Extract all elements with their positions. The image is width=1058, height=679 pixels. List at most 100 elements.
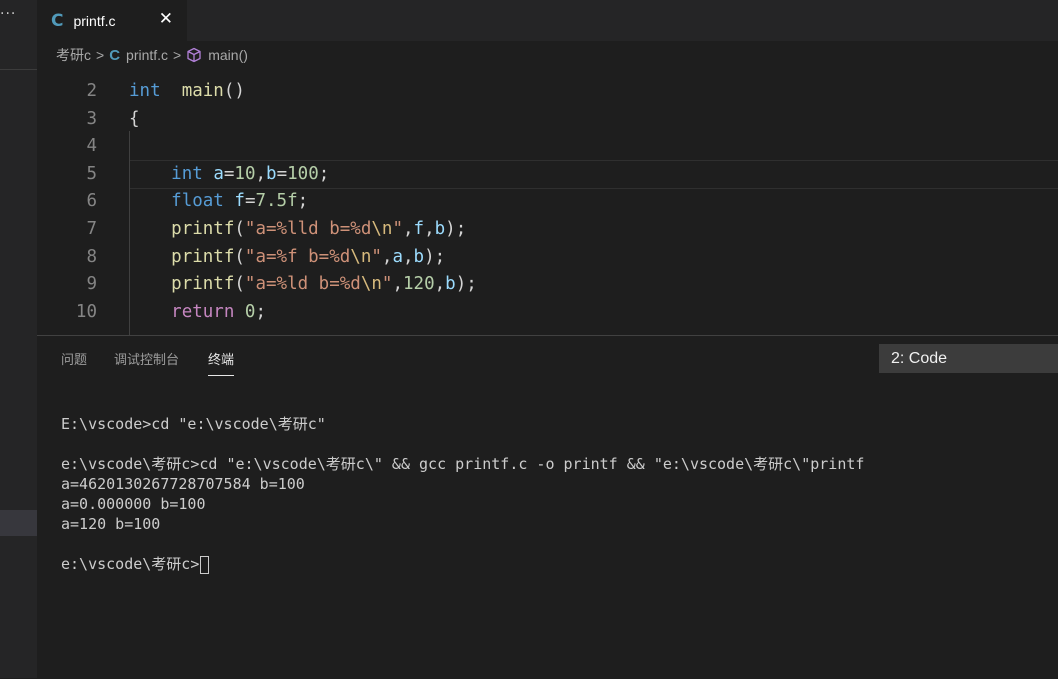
code-token: a [392, 246, 403, 267]
sidebar-selected-item[interactable] [0, 510, 37, 536]
code-text: printf("a=%f b=%d\n",a,b); [129, 243, 445, 271]
terminal-line: a=0.000000 b=100 [61, 495, 206, 513]
code-token: ; [318, 163, 330, 184]
code-token: , [434, 274, 446, 295]
line-number: 5 [86, 163, 97, 184]
code-token: " [381, 274, 393, 295]
breadcrumb-symbol-label: main() [208, 47, 248, 63]
code-token: printf [171, 219, 235, 239]
code-token: , [403, 246, 414, 267]
code-token: int [171, 163, 203, 184]
code-line[interactable]: 8 printf("a=%f b=%d\n",a,b); [37, 243, 1058, 271]
c-file-icon: C [109, 46, 121, 64]
code-token: = [244, 191, 256, 212]
sidebar-divider [0, 69, 37, 70]
c-file-icon: C [51, 10, 64, 31]
tab-debug-console[interactable]: 调试控制台 [114, 349, 179, 368]
code-token: " [371, 246, 382, 267]
code-token: printf [171, 274, 235, 295]
code-text: printf("a=%ld b=%d\n",120,b); [129, 270, 477, 298]
code-token: ; [255, 301, 267, 322]
line-number: 6 [86, 191, 97, 212]
more-actions-icon[interactable]: ··· [0, 6, 16, 22]
code-text: int a=10,b=100; [129, 160, 329, 188]
breadcrumb-folder[interactable]: 考研c [56, 45, 91, 65]
tab-label: printf.c [73, 12, 116, 29]
code-token: return [171, 301, 235, 322]
code-token: , [381, 246, 393, 267]
terminal-line: e:\vscode\考研c>cd "e:\vscode\考研c\" && gcc… [61, 455, 865, 473]
code-token: b [266, 163, 277, 184]
chevron-right-icon: > [96, 47, 105, 63]
code-token: , [402, 219, 414, 239]
code-token: ( [234, 219, 245, 239]
code-text: float f=7.5f; [129, 187, 308, 215]
code-token: 7.5f [255, 191, 298, 212]
code-token: a [213, 163, 224, 184]
code-token: \n [360, 274, 382, 295]
code-line[interactable]: 5 int a=10,b=100; [37, 160, 1058, 188]
breadcrumb-symbol[interactable]: main() [186, 47, 248, 63]
terminal-line: a=4620130267728707584 b=100 [61, 475, 305, 493]
code-token: f [234, 191, 245, 212]
code-token: ); [455, 274, 477, 295]
code-line[interactable]: 3{ [37, 105, 1058, 133]
cube-icon [187, 47, 201, 63]
code-token: , [392, 274, 403, 295]
code-token: f [413, 219, 425, 239]
code-text: int main() [129, 77, 245, 105]
tab-terminal[interactable]: 终端 [208, 349, 235, 376]
terminal-line: a=120 b=100 [61, 515, 161, 533]
code-token: = [276, 163, 288, 184]
close-icon[interactable]: ✕ [159, 9, 173, 29]
terminal-cursor [200, 555, 210, 574]
code-token: , [255, 163, 267, 184]
code-token: 120 [403, 274, 435, 295]
line-number: 4 [86, 136, 97, 157]
tab-printf-c[interactable]: C printf.c ✕ [37, 0, 187, 41]
code-token: ( [234, 274, 245, 295]
terminal-select[interactable]: 2: Code [879, 344, 1058, 373]
code-token: \n [350, 246, 372, 267]
code-line[interactable]: 7 printf("a=%lld b=%d\n",f,b); [37, 215, 1058, 243]
line-number: 7 [86, 219, 97, 239]
code-line[interactable]: 2 int main() [37, 77, 1058, 105]
line-number: 3 [86, 108, 97, 129]
code-token: b [434, 219, 446, 239]
code-token: "a=%lld b=%d [244, 219, 372, 239]
tab-problems[interactable]: 问题 [61, 349, 87, 368]
code-token: "a=%f b=%d [244, 246, 351, 267]
code-line[interactable]: 10 return 0; [37, 298, 1058, 326]
code-token: \n [371, 219, 393, 239]
code-token: ); [445, 219, 467, 239]
code-token: b [445, 274, 456, 295]
code-token: 10 [234, 163, 256, 184]
code-line[interactable]: 6 float f=7.5f; [37, 187, 1058, 215]
code-token: ; [297, 191, 309, 212]
editor-tab-bar: C printf.c ✕ [37, 0, 1058, 41]
breadcrumb-file-label: printf.c [126, 47, 169, 63]
code-line[interactable]: 9 printf("a=%ld b=%d\n",120,b); [37, 270, 1058, 298]
code-line[interactable]: 4 [37, 132, 1058, 160]
activity-sidebar: ··· [0, 0, 37, 678]
breadcrumb-file[interactable]: C printf.c [109, 47, 168, 64]
code-token: ( [234, 246, 245, 267]
code-text: return 0; [129, 298, 266, 326]
code-editor[interactable]: 2 int main() 3{4 5 int a=10,b=100; 6 float f… [37, 69, 1058, 335]
code-token: () [223, 81, 245, 101]
chevron-right-icon: > [173, 47, 182, 63]
breadcrumb: 考研c > C printf.c > main() [37, 41, 1058, 69]
terminal-output[interactable]: E:\vscode>cd "e:\vscode\考研c" e:\vscode\考研… [61, 414, 864, 574]
code-token: " [392, 219, 403, 239]
code-token: { [129, 108, 140, 129]
